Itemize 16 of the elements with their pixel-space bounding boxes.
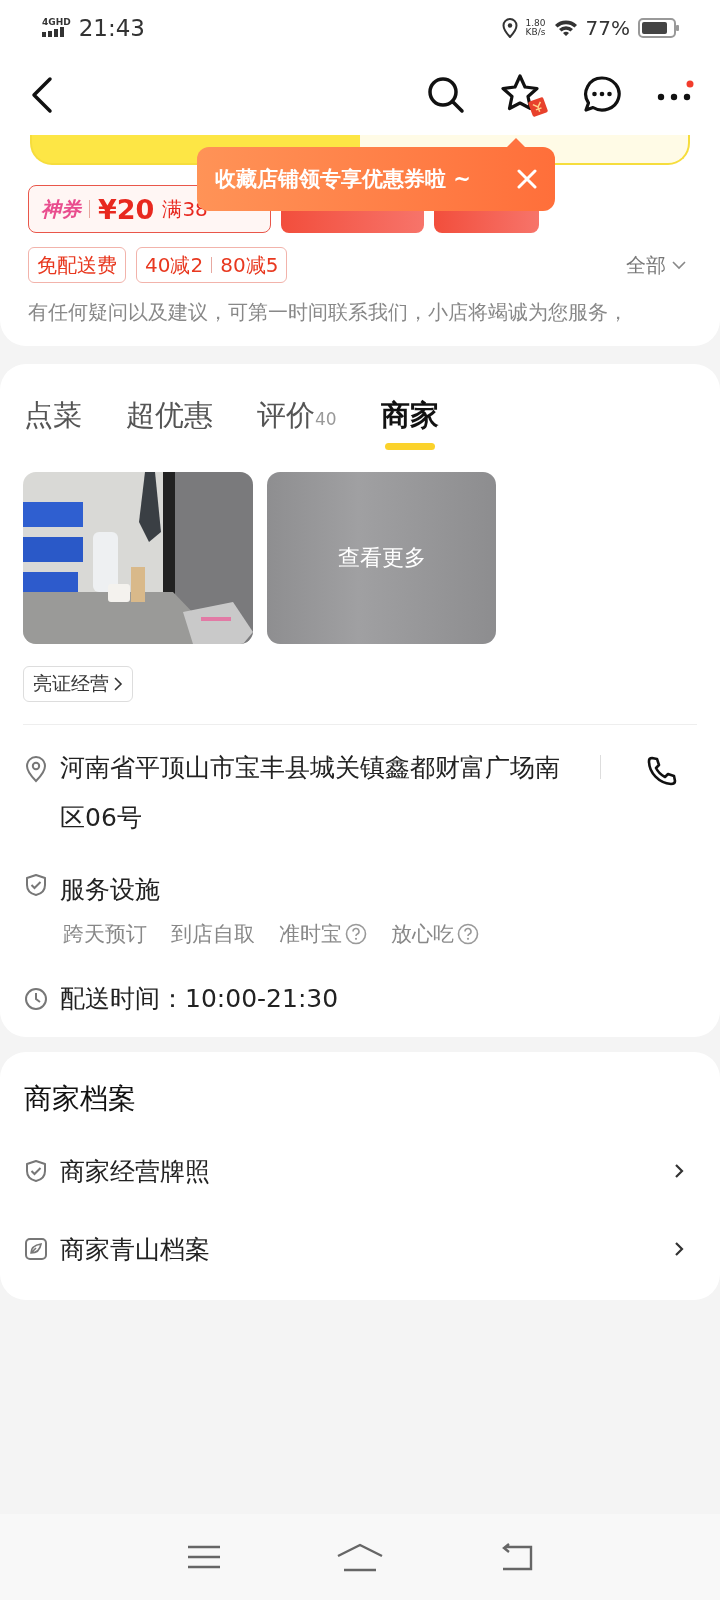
service-label: 跨天预订 [63,921,147,948]
service-label: 到店自取 [171,921,255,948]
notice-text: 有任何疑问以及建议，可第一时间联系我们，小店将竭诚为您服务， [27,300,629,326]
section-title: 商家档案 [24,1081,137,1117]
battery-percent: 77% [585,15,630,40]
section-title: 服务设施 [60,874,160,906]
network-label: 4GHD [42,18,71,27]
speed-unit: KB/s [525,27,546,37]
promo-tag: 40减2 80减5 [136,247,288,283]
network-speed: 1.80 [525,18,546,28]
service-label: 放心吃 [391,921,454,948]
address-text: 河南省平顶山市宝丰县城关镇鑫都财富广场南区06号 [60,752,561,834]
promo-tag: 免配送费 [28,247,126,283]
clock: 21:43 [78,14,145,41]
service-label: 准时宝 [279,921,342,948]
delivery-time: 配送时间：10:00-21:30 [60,983,339,1015]
